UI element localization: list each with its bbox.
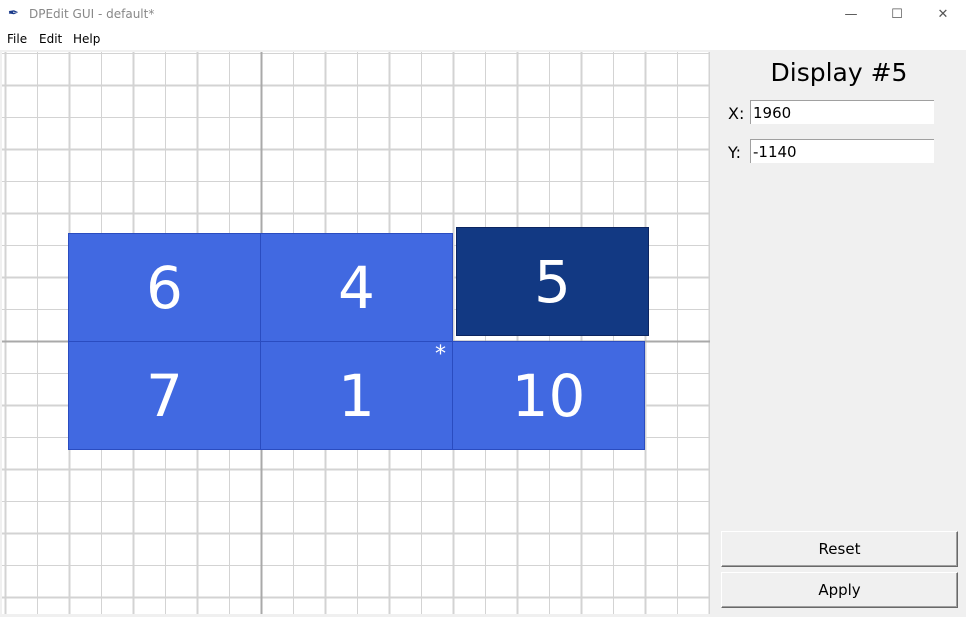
display-5[interactable]: 5 <box>456 227 649 336</box>
properties-panel: Display #5 X: Y: Reset Apply <box>712 50 966 617</box>
x-label: X: <box>728 104 745 123</box>
menu-bar: File Edit Help <box>0 30 966 50</box>
display-1[interactable]: 1 * <box>260 341 453 450</box>
title-bar: ✒ DPEdit GUI - default* — ☐ ✕ <box>0 0 966 30</box>
y-label: Y: <box>728 143 742 162</box>
y-input[interactable] <box>750 139 934 163</box>
display-number: 5 <box>534 247 571 316</box>
display-number: 10 <box>511 361 586 430</box>
feather-icon: ✒ <box>8 6 19 21</box>
close-button[interactable]: ✕ <box>920 0 966 30</box>
display-number: 1 <box>338 361 375 430</box>
menu-file[interactable]: File <box>7 32 27 46</box>
display-10[interactable]: 10 <box>452 341 645 450</box>
menu-help[interactable]: Help <box>73 32 100 46</box>
minimize-button[interactable]: — <box>828 0 874 30</box>
primary-marker: * <box>435 342 446 367</box>
menu-edit[interactable]: Edit <box>39 32 62 46</box>
display-7[interactable]: 7 <box>68 341 261 450</box>
panel-title: Display #5 <box>770 58 908 87</box>
display-number: 4 <box>338 253 375 322</box>
display-4[interactable]: 4 <box>260 233 453 342</box>
window-title: DPEdit GUI - default* <box>29 7 155 21</box>
display-canvas[interactable]: 6 4 5 7 1 * 10 <box>2 52 710 614</box>
maximize-button[interactable]: ☐ <box>874 0 920 30</box>
reset-button[interactable]: Reset <box>721 531 958 567</box>
display-number: 7 <box>146 361 183 430</box>
display-6[interactable]: 6 <box>68 233 261 342</box>
display-number: 6 <box>146 253 183 322</box>
x-input[interactable] <box>750 100 934 124</box>
apply-button[interactable]: Apply <box>721 572 958 608</box>
